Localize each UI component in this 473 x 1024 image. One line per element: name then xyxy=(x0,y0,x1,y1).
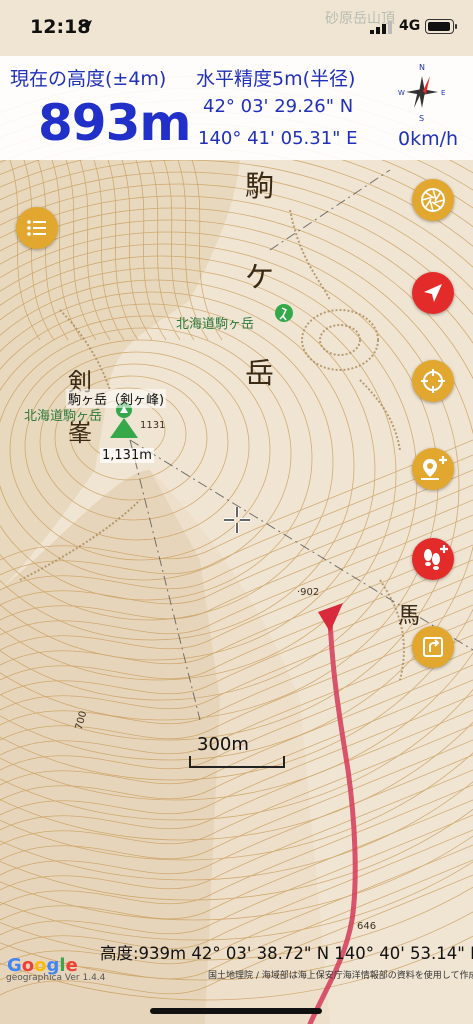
route-sign-button[interactable] xyxy=(412,626,454,668)
center-coordinates: 高度:939m 42° 03' 38.72" N 140° 40' 53.14"… xyxy=(100,944,473,963)
add-waypoint-button[interactable] xyxy=(412,448,454,490)
map-attribution: 国土地理院 / 海域部は海上保安庁海洋情報部の資料を使用して作成 xyxy=(208,971,473,981)
spot-height-646: 646 xyxy=(357,921,377,932)
compass-s: S xyxy=(419,114,424,122)
info-panel: 現在の高度(±4m) 893m 水平精度5m(半径) 42° 03' 29.26… xyxy=(0,56,473,160)
longitude: 140° 41' 05.31" E xyxy=(198,128,358,149)
target-icon xyxy=(421,369,445,393)
latitude: 42° 03' 29.26" N xyxy=(203,96,354,117)
footprints-plus-icon xyxy=(424,545,448,570)
compass-w: W xyxy=(398,89,405,97)
map-label-take: 岳 xyxy=(245,356,275,390)
spot-height-1131: 1131 xyxy=(140,420,166,431)
signpost-icon xyxy=(423,637,443,657)
menu-button[interactable] xyxy=(16,207,58,249)
scale-bar xyxy=(189,756,285,768)
compass-icon[interactable]: N W E S xyxy=(397,62,447,122)
home-indicator[interactable] xyxy=(150,1008,322,1014)
summit-label-green: 北海道駒ヶ岳 xyxy=(24,409,103,424)
compass-n: N xyxy=(419,63,425,72)
spot-height-902: ·902 xyxy=(297,587,320,598)
app-version: geographica Ver 1.4.4 xyxy=(6,973,106,983)
aperture-icon xyxy=(421,188,445,212)
signal-icon xyxy=(370,21,392,34)
summit-elevation: 1,131m xyxy=(100,448,154,463)
compass-e: E xyxy=(441,89,445,97)
location-button[interactable] xyxy=(412,272,454,314)
battery-icon xyxy=(425,19,457,34)
speed: 0km/h xyxy=(398,128,459,150)
network-type: 4G xyxy=(399,18,421,34)
status-bar: 砂原岳山頂 12:18 4G xyxy=(0,0,473,56)
navigation-arrow-icon xyxy=(424,284,442,302)
pin-plus-icon xyxy=(421,456,447,480)
list-icon xyxy=(27,220,46,236)
map-layer-button[interactable] xyxy=(412,179,454,221)
hiking-label: 北海道駒ヶ岳 xyxy=(176,317,255,332)
altitude-title: 現在の高度(±4m) xyxy=(10,68,167,90)
crosshair-button[interactable] xyxy=(412,360,454,402)
add-footprint-button[interactable] xyxy=(412,538,454,580)
map-label-ke: ケ xyxy=(245,260,275,294)
location-arrow-icon xyxy=(80,20,92,32)
scale-label: 300m xyxy=(197,734,249,755)
map-center-crosshair xyxy=(224,507,250,533)
map-label-koma: 駒 xyxy=(245,169,275,203)
altitude-value: 893m xyxy=(38,94,191,152)
accuracy-title: 水平精度5m(半径) xyxy=(196,68,356,90)
